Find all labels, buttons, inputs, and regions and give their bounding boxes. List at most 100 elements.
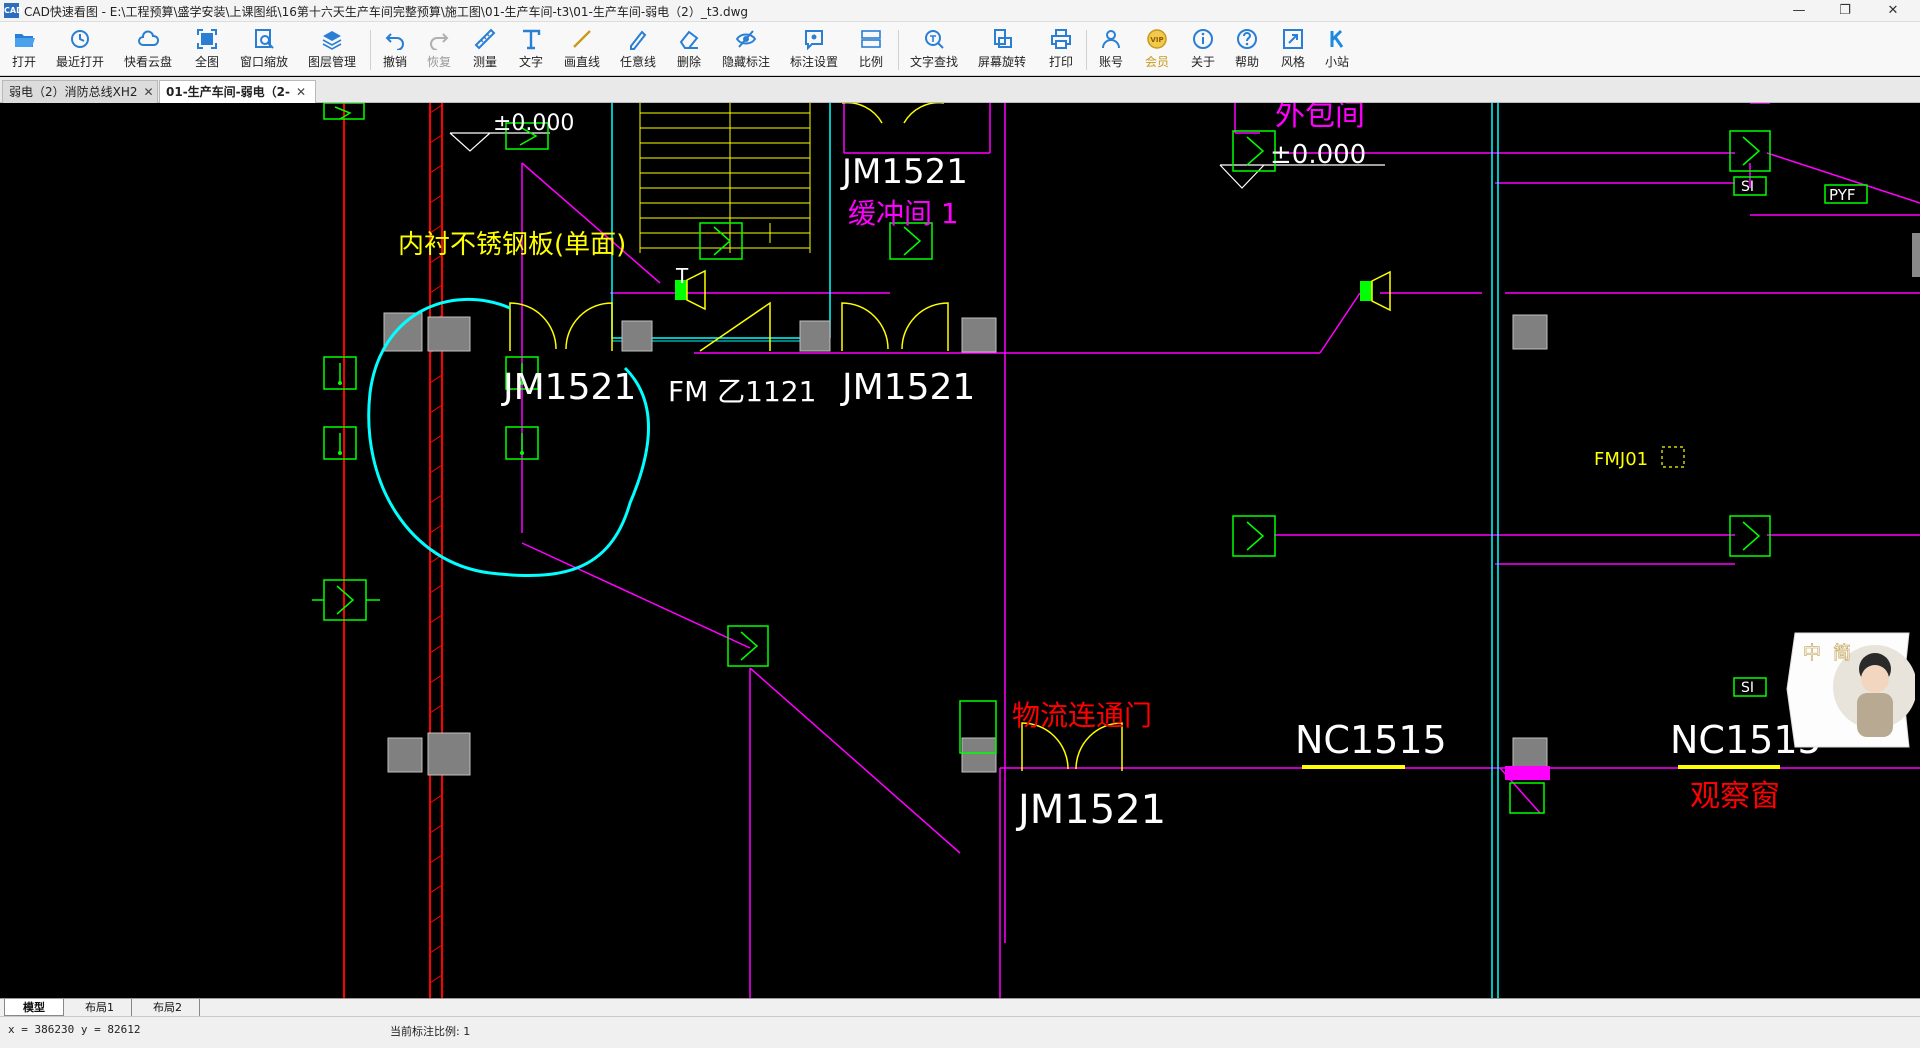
window-title: CAD快速看图 - E:\工程预算\盛学安装\上课图纸\16第十六天生产车间完整… bbox=[24, 5, 749, 19]
help-button[interactable]: 帮助 bbox=[1230, 26, 1264, 74]
rotate-screen-label: 屏幕旋转 bbox=[977, 55, 1026, 69]
fit-all-button[interactable]: 全图 bbox=[190, 26, 224, 74]
hide-annotation-button[interactable]: 隐藏标注 bbox=[718, 26, 774, 74]
fmj-box bbox=[1661, 446, 1685, 468]
vip-button[interactable]: VIP 会员 bbox=[1140, 26, 1174, 74]
cad-drawing[interactable]: ±0.000 ±0.000 内衬不锈钢板(单面) JM1521 缓冲间 1 外包… bbox=[0, 103, 1920, 998]
close-tab-icon[interactable]: ✕ bbox=[144, 85, 154, 99]
door-label-jm-bottom: JM1521 bbox=[1015, 787, 1166, 833]
rotate-screen-button[interactable]: 屏幕旋转 bbox=[974, 26, 1030, 74]
observation-window-label: 观察窗 bbox=[1690, 779, 1780, 814]
avatar-body-icon bbox=[1857, 693, 1893, 737]
redo-label: 恢复 bbox=[426, 55, 451, 69]
account-button[interactable]: 账号 bbox=[1094, 26, 1128, 74]
avatar-face-icon bbox=[1861, 665, 1889, 693]
si-label-top: SI bbox=[1741, 179, 1754, 195]
toolbar-separator bbox=[370, 30, 371, 70]
document-tab-bar: 弱电（2）消防总线XH2 ✕ 01-生产车间-弱电（2- ✕ bbox=[0, 77, 1920, 103]
drawing-canvas[interactable]: ±0.000 ±0.000 内衬不锈钢板(单面) JM1521 缓冲间 1 外包… bbox=[0, 103, 1920, 998]
draw-line-button[interactable]: 画直线 bbox=[560, 26, 604, 74]
layout-tab-bar: 模型 布局1 布局2 bbox=[0, 998, 1920, 1016]
layer-manager-button[interactable]: 图层管理 bbox=[304, 26, 360, 74]
freehand-label: 任意线 bbox=[619, 55, 656, 69]
window-label-nc-left: NC1515 bbox=[1295, 718, 1447, 762]
layers-icon bbox=[322, 31, 342, 50]
account-label: 账号 bbox=[1098, 55, 1123, 69]
freehand-icon bbox=[630, 30, 647, 50]
help-label: 帮助 bbox=[1234, 55, 1259, 69]
text-button[interactable]: 文字 bbox=[514, 26, 548, 74]
pyf-label: PYF bbox=[1829, 186, 1856, 204]
door-label-fm: FM 乙1121 bbox=[668, 375, 816, 408]
text-icon bbox=[523, 29, 541, 50]
delete-button[interactable]: 删除 bbox=[672, 26, 706, 74]
elevation-label-left: ±0.000 bbox=[493, 111, 574, 136]
close-tab-icon[interactable]: ✕ bbox=[296, 85, 306, 99]
open-button[interactable]: 打开 bbox=[6, 26, 42, 74]
avatar-char-2: 简 bbox=[1833, 643, 1851, 664]
about-button[interactable]: 关于 bbox=[1186, 26, 1220, 74]
annotation-settings-icon bbox=[805, 30, 823, 50]
room-label-outsource: 外包间 bbox=[1275, 103, 1365, 133]
user-icon bbox=[1102, 30, 1120, 49]
fit-all-label: 全图 bbox=[194, 55, 219, 69]
folder-open-icon bbox=[15, 34, 35, 47]
text-search-button[interactable]: 文字查找 bbox=[906, 26, 962, 74]
undo-icon bbox=[385, 33, 404, 50]
minimize-button[interactable]: — bbox=[1776, 0, 1822, 22]
assistant-avatar-widget[interactable]: 中 简 bbox=[1785, 631, 1917, 749]
layout-tab-model[interactable]: 模型 bbox=[4, 999, 64, 1016]
layout-tab-1[interactable]: 布局1 bbox=[68, 999, 132, 1016]
logistics-door-label: 物流连通门 bbox=[1012, 699, 1152, 732]
layout-tab-2[interactable]: 布局2 bbox=[136, 999, 200, 1016]
measure-label: 测量 bbox=[472, 55, 497, 69]
line-icon bbox=[573, 30, 591, 48]
delete-label: 删除 bbox=[676, 55, 701, 69]
cloud-disk-label: 快看云盘 bbox=[123, 55, 172, 69]
scale-label: 比例 bbox=[858, 55, 883, 69]
door-label-jm-left: JM1521 bbox=[501, 367, 636, 408]
draw-line-label: 画直线 bbox=[563, 55, 600, 69]
fit-all-icon bbox=[197, 29, 217, 49]
magenta-wiring bbox=[521, 103, 1920, 998]
scale-button[interactable]: 比例 bbox=[854, 26, 888, 74]
restore-button[interactable]: ❐ bbox=[1822, 0, 1868, 22]
rotate-screen-icon bbox=[994, 29, 1012, 48]
scale-icon bbox=[861, 30, 881, 48]
doc-tab-production-weak[interactable]: 01-生产车间-弱电（2- ✕ bbox=[159, 80, 316, 103]
about-label: 关于 bbox=[1190, 55, 1215, 69]
redo-button[interactable]: 恢复 bbox=[422, 26, 456, 74]
annotation-settings-label: 标注设置 bbox=[789, 55, 838, 69]
site-label: 小站 bbox=[1324, 55, 1349, 69]
title-bar: CAD CAD快速看图 - E:\工程预算\盛学安装\上课图纸\16第十六天生产… bbox=[0, 0, 1920, 22]
door-label-jm-top: JM1521 bbox=[840, 152, 968, 192]
doc-tab-label: 01-生产车间-弱电（2- bbox=[166, 85, 290, 99]
undo-label: 撤销 bbox=[382, 55, 407, 69]
measure-button[interactable]: 测量 bbox=[468, 26, 502, 74]
cloud-disk-button[interactable]: 快看云盘 bbox=[120, 26, 176, 74]
recent-open-button[interactable]: 最近打开 bbox=[52, 26, 108, 74]
site-button[interactable]: 小站 bbox=[1320, 26, 1354, 74]
door-label-jm-mid: JM1521 bbox=[840, 367, 975, 408]
help-icon bbox=[1237, 29, 1257, 49]
svg-text:VIP: VIP bbox=[1150, 36, 1163, 44]
style-button[interactable]: 风格 bbox=[1276, 26, 1310, 74]
printer-icon bbox=[1051, 29, 1071, 49]
doc-tab-fire-bus[interactable]: 弱电（2）消防总线XH2 ✕ bbox=[2, 80, 158, 103]
hide-eye-icon bbox=[735, 30, 757, 48]
history-icon bbox=[71, 30, 89, 48]
close-window-button[interactable]: ✕ bbox=[1870, 0, 1916, 22]
door-swings bbox=[509, 103, 1123, 771]
freehand-button[interactable]: 任意线 bbox=[616, 26, 660, 74]
zoom-window-button[interactable]: 窗口缩放 bbox=[236, 26, 292, 74]
text-search-label: 文字查找 bbox=[909, 55, 958, 69]
fmj-label: FMJ01 bbox=[1594, 449, 1648, 470]
side-handle[interactable] bbox=[1912, 233, 1920, 277]
annotation-settings-button[interactable]: 标注设置 bbox=[786, 26, 842, 74]
measure-icon bbox=[474, 28, 496, 50]
t-mark-label: T bbox=[675, 264, 689, 288]
toolbar-separator bbox=[898, 30, 899, 70]
zoom-window-icon bbox=[255, 29, 274, 49]
print-button[interactable]: 打印 bbox=[1044, 26, 1078, 74]
undo-button[interactable]: 撤销 bbox=[378, 26, 412, 74]
